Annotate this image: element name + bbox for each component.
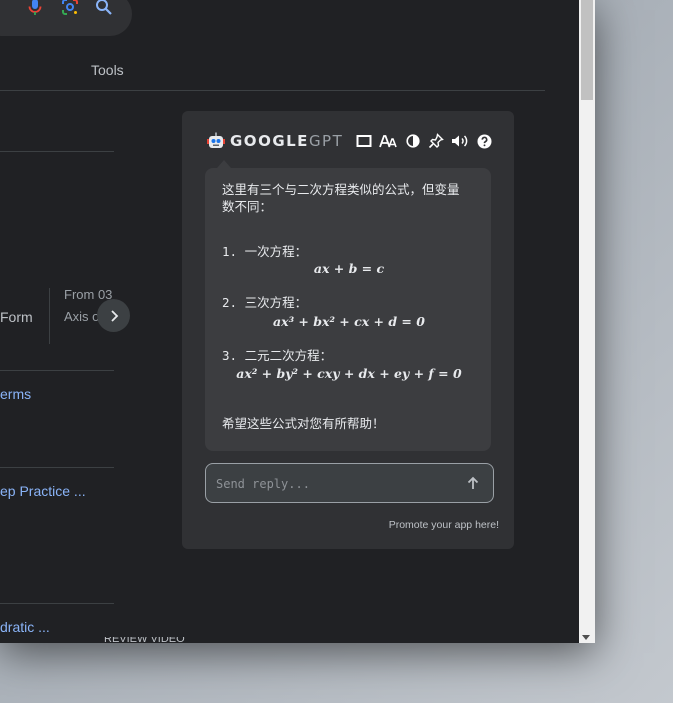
divider bbox=[0, 467, 114, 468]
divider bbox=[0, 603, 114, 604]
vertical-scrollbar[interactable] bbox=[579, 0, 595, 643]
brand-primary: GOOGLE bbox=[230, 132, 309, 150]
tools-button[interactable]: Tools bbox=[91, 62, 124, 78]
cut-off-text: REVIEW VIDEO bbox=[104, 637, 185, 643]
list-item-label: 1. 一次方程： bbox=[222, 244, 308, 259]
brand-secondary: GPT bbox=[308, 132, 344, 150]
result-link[interactable]: dratic ... bbox=[0, 619, 50, 635]
formula: ax² + by² + cxy + dx + ey + f = 0 bbox=[236, 366, 462, 381]
card-label[interactable]: Form bbox=[0, 309, 33, 325]
lens-icon[interactable] bbox=[60, 0, 80, 17]
help-icon[interactable] bbox=[475, 131, 493, 151]
font-size-icon[interactable] bbox=[379, 131, 397, 151]
divider bbox=[0, 370, 114, 371]
divider bbox=[0, 90, 545, 91]
browser-window: Tools Form From 03 Axis o erms ep Practi… bbox=[0, 0, 595, 643]
message-intro-line: 数不同： bbox=[222, 199, 273, 214]
pin-icon[interactable] bbox=[427, 131, 445, 151]
list-item-label: 2. 三次方程： bbox=[222, 295, 308, 310]
speaker-icon[interactable] bbox=[451, 131, 469, 151]
formula: ax + b = c bbox=[313, 261, 385, 276]
robot-logo-icon bbox=[206, 131, 226, 156]
message-intro-line: 这里有三个与二次方程类似的公式，但变量 bbox=[222, 182, 460, 197]
card-divider bbox=[49, 288, 50, 344]
search-bar[interactable] bbox=[0, 0, 132, 36]
assistant-message: 这里有三个与二次方程类似的公式，但变量 数不同： 1. 一次方程： ax + b… bbox=[205, 160, 491, 451]
chevron-right-icon bbox=[110, 309, 118, 322]
result-link[interactable]: erms bbox=[0, 386, 31, 402]
message-outro: 希望这些公式对您有所帮助！ bbox=[222, 416, 385, 431]
promote-link[interactable]: Promote your app here! bbox=[389, 519, 499, 531]
send-arrow-icon[interactable] bbox=[465, 475, 481, 491]
list-item-label: 3. 二元二次方程： bbox=[222, 348, 333, 363]
scroll-down-arrow-icon[interactable] bbox=[582, 635, 590, 640]
result-link[interactable]: ep Practice ... bbox=[0, 483, 86, 499]
reply-box bbox=[205, 463, 494, 503]
carousel-next-button[interactable] bbox=[97, 299, 130, 332]
scrollbar-thumb[interactable] bbox=[581, 0, 593, 100]
reply-input[interactable] bbox=[214, 473, 458, 495]
panel-toolbar: GOOGLEGPT bbox=[206, 131, 496, 151]
window-icon[interactable] bbox=[355, 131, 373, 151]
card-from-line2: Axis o bbox=[64, 309, 100, 324]
googlegpt-logo: GOOGLEGPT bbox=[230, 131, 343, 151]
contrast-icon[interactable] bbox=[404, 131, 422, 151]
googlegpt-panel: GOOGLEGPT 这里有三个与二次方程类似的公式，但变量 数不同： 1. 一次… bbox=[182, 111, 514, 549]
search-icon[interactable] bbox=[94, 0, 114, 17]
formula: ax³ + bx² + cx + d = 0 bbox=[273, 314, 425, 329]
microphone-icon[interactable] bbox=[25, 0, 45, 17]
divider bbox=[0, 151, 114, 152]
